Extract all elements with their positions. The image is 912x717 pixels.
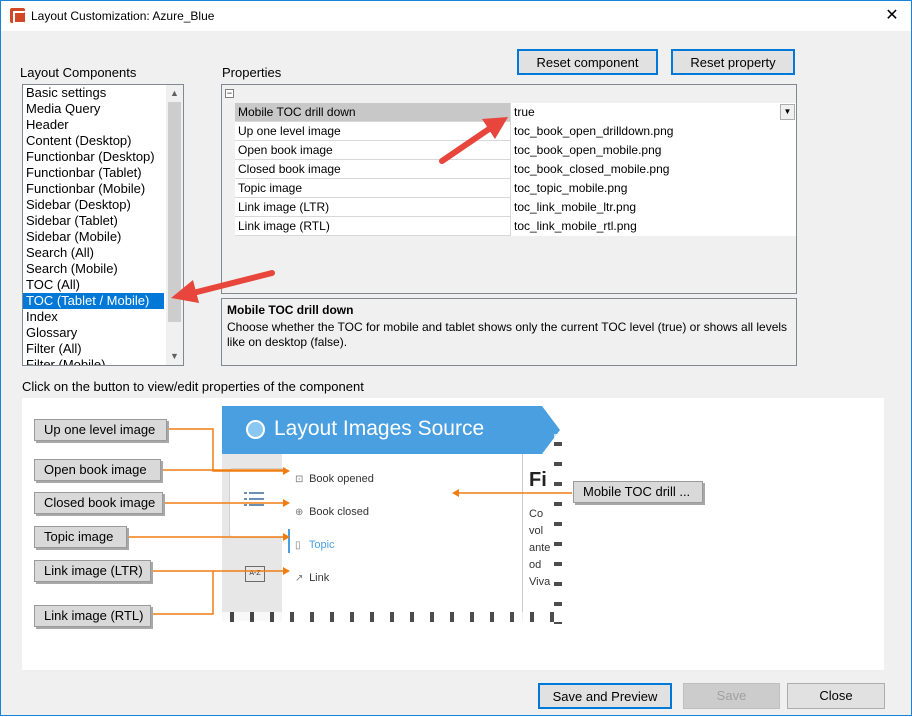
up-one-level-image-button[interactable]: Up one level image [34, 419, 167, 441]
list-item[interactable]: Functionbar (Tablet) [23, 165, 164, 181]
property-value[interactable]: toc_topic_mobile.png [510, 179, 796, 198]
list-item[interactable]: Media Query [23, 101, 164, 117]
list-item[interactable]: Search (All) [23, 245, 164, 261]
dialog-window: Layout Customization: Azure_Blue ✕ Layou… [0, 0, 912, 716]
property-name: Topic image [238, 181, 303, 195]
list-item[interactable]: TOC (All) [23, 277, 164, 293]
properties-label: Properties [222, 65, 282, 80]
property-value[interactable]: toc_book_open_mobile.png [510, 141, 796, 160]
save-button[interactable]: Save [683, 683, 780, 709]
list-item[interactable]: Index [23, 309, 164, 325]
property-value-select[interactable]: true ▼ [510, 103, 796, 122]
property-row[interactable]: Mobile TOC drill down true ▼ [235, 103, 796, 122]
property-value[interactable]: toc_link_mobile_rtl.png [510, 217, 796, 236]
mobile-toc-drill-down-button[interactable]: Mobile TOC drill ... [573, 481, 703, 503]
list-item[interactable]: Header [23, 117, 164, 133]
window-title: Layout Customization: Azure_Blue [31, 9, 215, 23]
chevron-down-icon[interactable]: ▼ [780, 104, 795, 120]
reset-property-button[interactable]: Reset property [671, 49, 795, 75]
property-name: Link image (RTL) [238, 219, 330, 233]
property-value[interactable]: toc_link_mobile_ltr.png [510, 198, 796, 217]
list-item[interactable]: Filter (Mobile) [23, 357, 164, 365]
property-grid: − Mobile TOC drill down true ▼ Up one le… [221, 84, 797, 294]
property-value[interactable]: toc_book_closed_mobile.png [510, 160, 796, 179]
list-item[interactable]: Glossary [23, 325, 164, 341]
list-item[interactable]: Basic settings [23, 85, 164, 101]
hint-text: Click on the button to view/edit propert… [22, 379, 364, 394]
property-name: Closed book image [238, 162, 341, 176]
scroll-down-icon[interactable]: ▼ [166, 348, 183, 365]
collapse-icon[interactable]: − [225, 89, 234, 98]
link-image-rtl-button[interactable]: Link image (RTL) [34, 605, 151, 627]
property-row[interactable]: Link image (RTL) toc_link_mobile_rtl.png [235, 217, 796, 236]
list-item[interactable]: Functionbar (Desktop) [23, 149, 164, 165]
layout-components-label: Layout Components [20, 65, 137, 80]
description-title: Mobile TOC drill down [227, 303, 354, 317]
property-row[interactable]: Link image (LTR) toc_link_mobile_ltr.png [235, 198, 796, 217]
link-image-ltr-button[interactable]: Link image (LTR) [34, 560, 151, 582]
property-description: Mobile TOC drill down Choose whether the… [221, 298, 797, 366]
list-item[interactable]: Sidebar (Tablet) [23, 213, 164, 229]
property-row[interactable]: Open book image toc_book_open_mobile.png [235, 141, 796, 160]
property-row[interactable]: Topic image toc_topic_mobile.png [235, 179, 796, 198]
save-and-preview-button[interactable]: Save and Preview [538, 683, 672, 709]
topic-image-button[interactable]: Topic image [34, 526, 127, 548]
scroll-thumb[interactable] [168, 102, 181, 322]
property-row[interactable]: Up one level image toc_book_open_drilldo… [235, 122, 796, 141]
close-icon[interactable]: ✕ [877, 3, 907, 29]
property-row[interactable]: Closed book image toc_book_closed_mobile… [235, 160, 796, 179]
list-item-selected[interactable]: TOC (Tablet / Mobile) [23, 293, 164, 309]
list-item[interactable]: Search (Mobile) [23, 261, 164, 277]
property-name: Link image (LTR) [238, 200, 330, 214]
property-name: Up one level image [238, 124, 341, 138]
list-item[interactable]: Filter (All) [23, 341, 164, 357]
component-preview: Layout Images Source A-Z ⊡ Book opened ⊕… [22, 398, 884, 670]
list-item[interactable]: Functionbar (Mobile) [23, 181, 164, 197]
close-button[interactable]: Close [787, 683, 885, 709]
property-name: Mobile TOC drill down [238, 105, 356, 119]
layout-components-list[interactable]: Basic settings Media Query Header Conten… [22, 84, 184, 366]
reset-component-button[interactable]: Reset component [517, 49, 658, 75]
property-value: true [514, 105, 535, 119]
closed-book-image-button[interactable]: Closed book image [34, 492, 163, 514]
scroll-up-icon[interactable]: ▲ [166, 85, 183, 102]
app-icon [10, 8, 26, 24]
title-bar: Layout Customization: Azure_Blue ✕ [1, 1, 911, 31]
list-item[interactable]: Sidebar (Desktop) [23, 197, 164, 213]
property-value[interactable]: toc_book_open_drilldown.png [510, 122, 796, 141]
list-item[interactable]: Sidebar (Mobile) [23, 229, 164, 245]
list-scrollbar[interactable]: ▲ ▼ [166, 85, 183, 365]
description-text: Choose whether the TOC for mobile and ta… [227, 320, 788, 349]
list-item[interactable]: Content (Desktop) [23, 133, 164, 149]
property-name: Open book image [238, 143, 333, 157]
open-book-image-button[interactable]: Open book image [34, 459, 161, 481]
